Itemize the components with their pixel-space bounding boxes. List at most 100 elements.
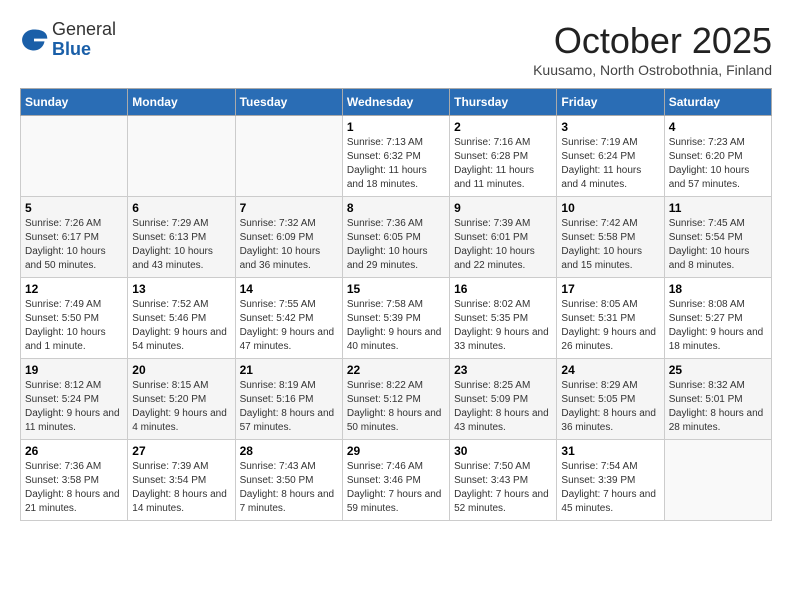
day-detail: Sunrise: 7:29 AM Sunset: 6:13 PM Dayligh…	[132, 217, 230, 273]
week-row-5: 26Sunrise: 7:36 AM Sunset: 3:58 PM Dayli…	[21, 440, 772, 521]
day-cell: 27 Sunrise: 7:39 AM Sunset: 3:54 PM Dayli…	[128, 440, 235, 521]
day-cell: 12 Sunrise: 7:49 AM Sunset: 5:50 PM Dayli…	[21, 278, 128, 359]
calendar-header: SundayMondayTuesdayWednesdayThursdayFrid…	[21, 89, 772, 116]
day-cell	[664, 440, 771, 521]
day-number: 12	[25, 282, 123, 296]
day-cell: 9 Sunrise: 7:39 AM Sunset: 6:01 PM Daylig…	[450, 197, 557, 278]
day-cell: 21Sunrise: 8:19 AM Sunset: 5:16 PM Dayli…	[235, 359, 342, 440]
day-detail: Sunrise: 8:32 AM Sunset: 5:01 PM Dayligh…	[669, 379, 767, 435]
day-detail: Sunrise: 7:23 AM Sunset: 6:20 PM Dayligh…	[669, 136, 767, 192]
calendar-body: 1Sunrise: 7:13 AM Sunset: 6:32 PM Daylig…	[21, 116, 772, 521]
week-row-1: 1Sunrise: 7:13 AM Sunset: 6:32 PM Daylig…	[21, 116, 772, 197]
day-detail: Sunrise: 7:46 AM Sunset: 3:46 PM Dayligh…	[347, 460, 445, 516]
title-block: October 2025 Kuusamo, North Ostrobothnia…	[533, 20, 772, 78]
header-cell-friday: Friday	[557, 89, 664, 116]
day-number: 7	[240, 201, 338, 215]
day-number: 28	[240, 444, 338, 458]
day-number: 13	[132, 282, 230, 296]
day-cell	[21, 116, 128, 197]
logo-text: General Blue	[52, 20, 116, 60]
day-number: 29	[347, 444, 445, 458]
day-cell: 4 Sunrise: 7:23 AM Sunset: 6:20 PM Daylig…	[664, 116, 771, 197]
day-cell: 23 Sunrise: 8:25 AM Sunset: 5:09 PM Dayli…	[450, 359, 557, 440]
day-detail: Sunrise: 7:36 AM Sunset: 6:05 PM Dayligh…	[347, 217, 445, 273]
day-cell: 25 Sunrise: 8:32 AM Sunset: 5:01 PM Dayli…	[664, 359, 771, 440]
day-number: 10	[561, 201, 659, 215]
day-number: 4	[669, 120, 767, 134]
day-number: 15	[347, 282, 445, 296]
day-detail: Sunrise: 7:39 AM Sunset: 6:01 PM Dayligh…	[454, 217, 552, 273]
day-number: 6	[132, 201, 230, 215]
day-detail: Sunrise: 8:02 AM Sunset: 5:35 PM Dayligh…	[454, 298, 552, 354]
week-row-3: 12 Sunrise: 7:49 AM Sunset: 5:50 PM Dayli…	[21, 278, 772, 359]
day-number: 30	[454, 444, 552, 458]
day-cell: 28 Sunrise: 7:43 AM Sunset: 3:50 PM Dayli…	[235, 440, 342, 521]
day-detail: Sunrise: 7:58 AM Sunset: 5:39 PM Dayligh…	[347, 298, 445, 354]
day-cell: 8 Sunrise: 7:36 AM Sunset: 6:05 PM Daylig…	[342, 197, 449, 278]
header-cell-saturday: Saturday	[664, 89, 771, 116]
day-number: 19	[25, 363, 123, 377]
day-detail: Sunrise: 8:05 AM Sunset: 5:31 PM Dayligh…	[561, 298, 659, 354]
day-number: 1	[347, 120, 445, 134]
day-number: 9	[454, 201, 552, 215]
logo-icon	[20, 26, 48, 54]
day-cell: 15 Sunrise: 7:58 AM Sunset: 5:39 PM Dayli…	[342, 278, 449, 359]
day-cell: 24 Sunrise: 8:29 AM Sunset: 5:05 PM Dayli…	[557, 359, 664, 440]
day-cell: 16 Sunrise: 8:02 AM Sunset: 5:35 PM Dayli…	[450, 278, 557, 359]
day-number: 21	[240, 363, 338, 377]
day-number: 18	[669, 282, 767, 296]
day-cell: 13 Sunrise: 7:52 AM Sunset: 5:46 PM Dayli…	[128, 278, 235, 359]
day-number: 14	[240, 282, 338, 296]
day-detail: Sunrise: 7:16 AM Sunset: 6:28 PM Dayligh…	[454, 136, 552, 192]
day-number: 8	[347, 201, 445, 215]
day-cell: 5 Sunrise: 7:26 AM Sunset: 6:17 PM Daylig…	[21, 197, 128, 278]
day-cell: 30 Sunrise: 7:50 AM Sunset: 3:43 PM Dayli…	[450, 440, 557, 521]
day-number: 31	[561, 444, 659, 458]
day-number: 27	[132, 444, 230, 458]
day-cell: 18 Sunrise: 8:08 AM Sunset: 5:27 PM Dayli…	[664, 278, 771, 359]
day-cell: 2Sunrise: 7:16 AM Sunset: 6:28 PM Daylig…	[450, 116, 557, 197]
day-cell	[128, 116, 235, 197]
day-detail: Sunrise: 7:42 AM Sunset: 5:58 PM Dayligh…	[561, 217, 659, 273]
day-number: 23	[454, 363, 552, 377]
day-number: 25	[669, 363, 767, 377]
header-cell-thursday: Thursday	[450, 89, 557, 116]
day-detail: Sunrise: 8:08 AM Sunset: 5:27 PM Dayligh…	[669, 298, 767, 354]
day-detail: Sunrise: 7:50 AM Sunset: 3:43 PM Dayligh…	[454, 460, 552, 516]
day-detail: Sunrise: 7:39 AM Sunset: 3:54 PM Dayligh…	[132, 460, 230, 516]
day-number: 16	[454, 282, 552, 296]
header-cell-monday: Monday	[128, 89, 235, 116]
day-cell: 10 Sunrise: 7:42 AM Sunset: 5:58 PM Dayli…	[557, 197, 664, 278]
day-number: 5	[25, 201, 123, 215]
day-cell: 22Sunrise: 8:22 AM Sunset: 5:12 PM Dayli…	[342, 359, 449, 440]
logo: General Blue	[20, 20, 116, 60]
day-detail: Sunrise: 7:52 AM Sunset: 5:46 PM Dayligh…	[132, 298, 230, 354]
day-detail: Sunrise: 7:26 AM Sunset: 6:17 PM Dayligh…	[25, 217, 123, 273]
day-cell: 7Sunrise: 7:32 AM Sunset: 6:09 PM Daylig…	[235, 197, 342, 278]
day-detail: Sunrise: 7:43 AM Sunset: 3:50 PM Dayligh…	[240, 460, 338, 516]
day-cell: 20Sunrise: 8:15 AM Sunset: 5:20 PM Dayli…	[128, 359, 235, 440]
location: Kuusamo, North Ostrobothnia, Finland	[533, 62, 772, 78]
day-detail: Sunrise: 7:54 AM Sunset: 3:39 PM Dayligh…	[561, 460, 659, 516]
page-header: General Blue October 2025 Kuusamo, North…	[20, 20, 772, 78]
day-number: 17	[561, 282, 659, 296]
header-cell-wednesday: Wednesday	[342, 89, 449, 116]
day-detail: Sunrise: 7:49 AM Sunset: 5:50 PM Dayligh…	[25, 298, 123, 354]
day-cell: 19Sunrise: 8:12 AM Sunset: 5:24 PM Dayli…	[21, 359, 128, 440]
day-number: 11	[669, 201, 767, 215]
day-cell: 11 Sunrise: 7:45 AM Sunset: 5:54 PM Dayli…	[664, 197, 771, 278]
day-detail: Sunrise: 7:19 AM Sunset: 6:24 PM Dayligh…	[561, 136, 659, 192]
week-row-4: 19Sunrise: 8:12 AM Sunset: 5:24 PM Dayli…	[21, 359, 772, 440]
day-detail: Sunrise: 8:29 AM Sunset: 5:05 PM Dayligh…	[561, 379, 659, 435]
day-cell: 17 Sunrise: 8:05 AM Sunset: 5:31 PM Dayli…	[557, 278, 664, 359]
day-cell: 26Sunrise: 7:36 AM Sunset: 3:58 PM Dayli…	[21, 440, 128, 521]
day-number: 22	[347, 363, 445, 377]
day-detail: Sunrise: 7:45 AM Sunset: 5:54 PM Dayligh…	[669, 217, 767, 273]
header-cell-tuesday: Tuesday	[235, 89, 342, 116]
day-number: 3	[561, 120, 659, 134]
day-detail: Sunrise: 8:25 AM Sunset: 5:09 PM Dayligh…	[454, 379, 552, 435]
day-detail: Sunrise: 8:15 AM Sunset: 5:20 PM Dayligh…	[132, 379, 230, 435]
day-number: 24	[561, 363, 659, 377]
month-year: October 2025	[533, 20, 772, 62]
week-row-2: 5 Sunrise: 7:26 AM Sunset: 6:17 PM Daylig…	[21, 197, 772, 278]
